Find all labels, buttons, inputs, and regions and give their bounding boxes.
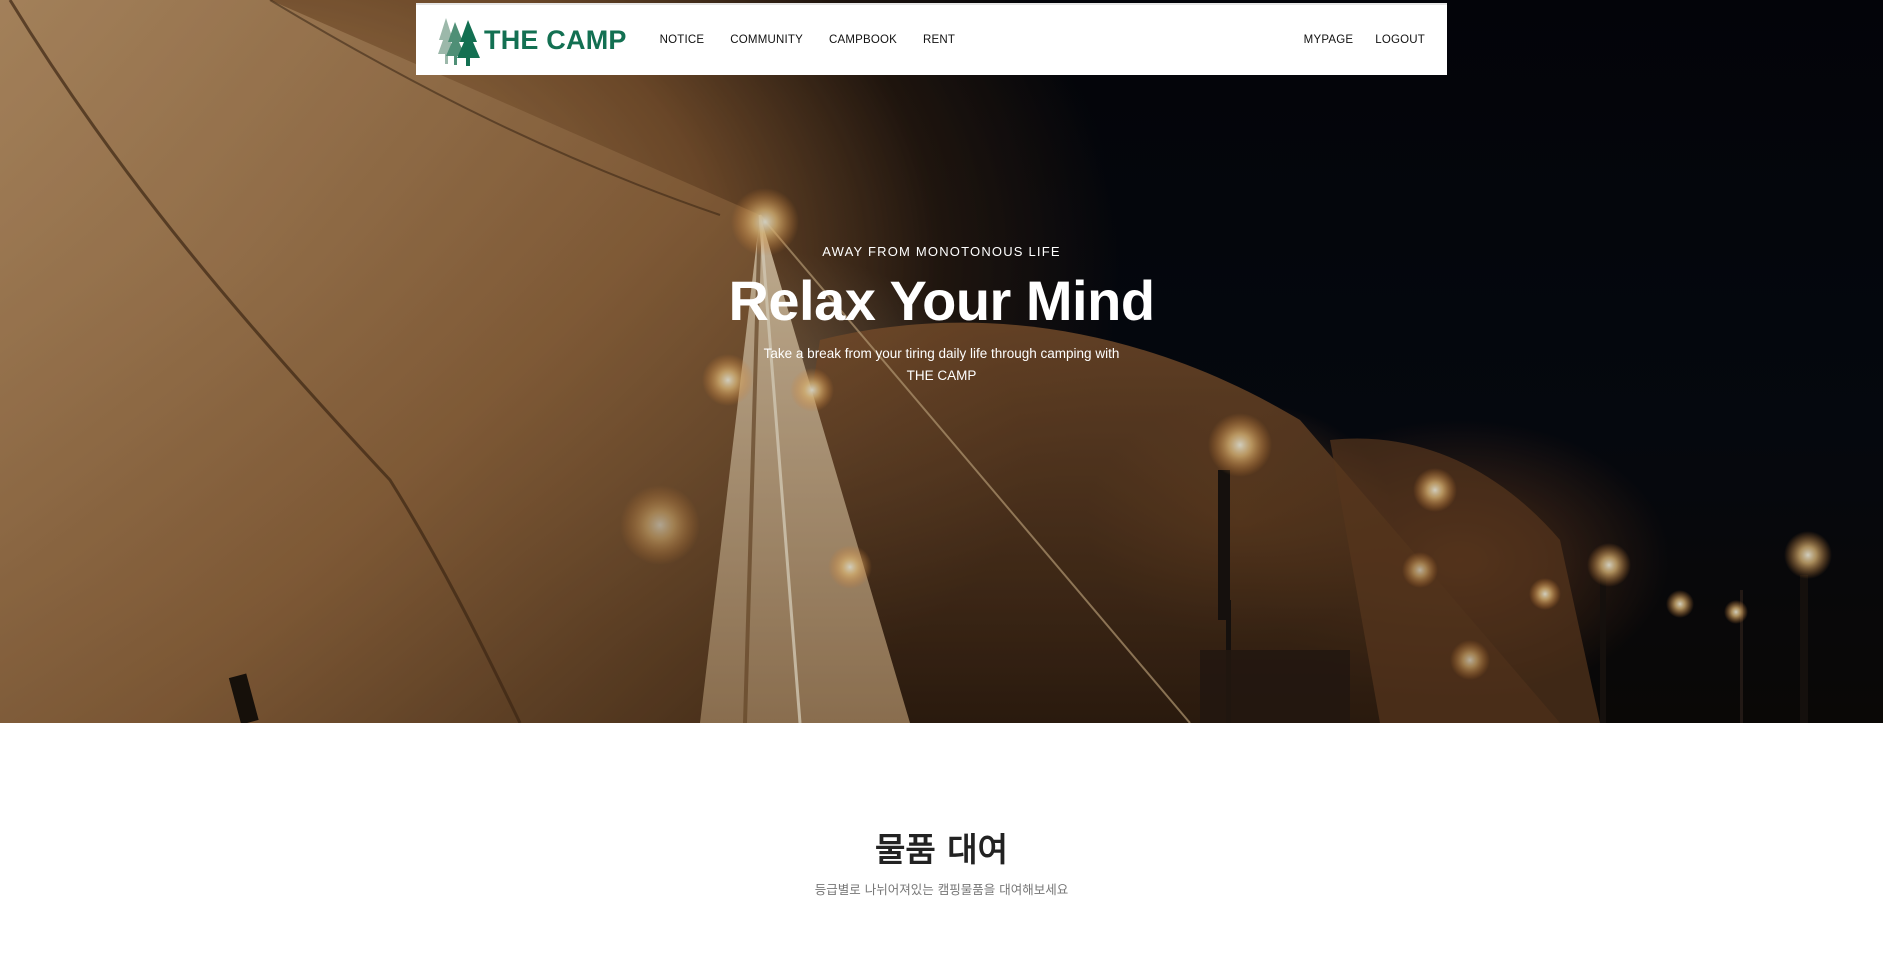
nav-link-logout[interactable]: LOGOUT [1364,34,1425,46]
hero-content: AWAY FROM MONOTONOUS LIFE Relax Your Min… [0,241,1883,387]
user-nav: MYPAGE LOGOUT [1293,34,1425,46]
main-nav: NOTICE COMMUNITY CAMPBOOK RENT [647,34,969,46]
nav-link-mypage[interactable]: MYPAGE [1293,34,1365,46]
brand-name: THE CAMP [484,24,627,55]
nav-link-campbook[interactable]: CAMPBOOK [816,34,910,46]
hero-subtitle: Take a break from your tiring daily life… [763,346,1120,383]
hero-banner: AWAY FROM MONOTONOUS LIFE Relax Your Min… [0,0,1883,723]
rental-section: 물품 대여 등급별로 나뉘어져있는 캠핑물품을 대여해보세요 [0,723,1883,965]
top-navbar: THE CAMP NOTICE COMMUNITY CAMPBOOK RENT … [416,3,1447,75]
page: AWAY FROM MONOTONOUS LIFE Relax Your Min… [0,0,1883,965]
hero-title: Relax Your Mind [728,269,1155,332]
hero-eyebrow: AWAY FROM MONOTONOUS LIFE [822,244,1061,259]
brand-logo-link[interactable]: THE CAMP [438,12,627,68]
nav-link-notice[interactable]: NOTICE [647,34,718,46]
nav-link-rent[interactable]: RENT [910,34,968,46]
pine-trees-icon [438,18,480,66]
section-subtitle: 등급별로 나뉘어져있는 캠핑물품을 대여해보세요 [814,882,1069,897]
section-title: 물품 대여 [875,830,1008,869]
nav-link-community[interactable]: COMMUNITY [717,34,816,46]
